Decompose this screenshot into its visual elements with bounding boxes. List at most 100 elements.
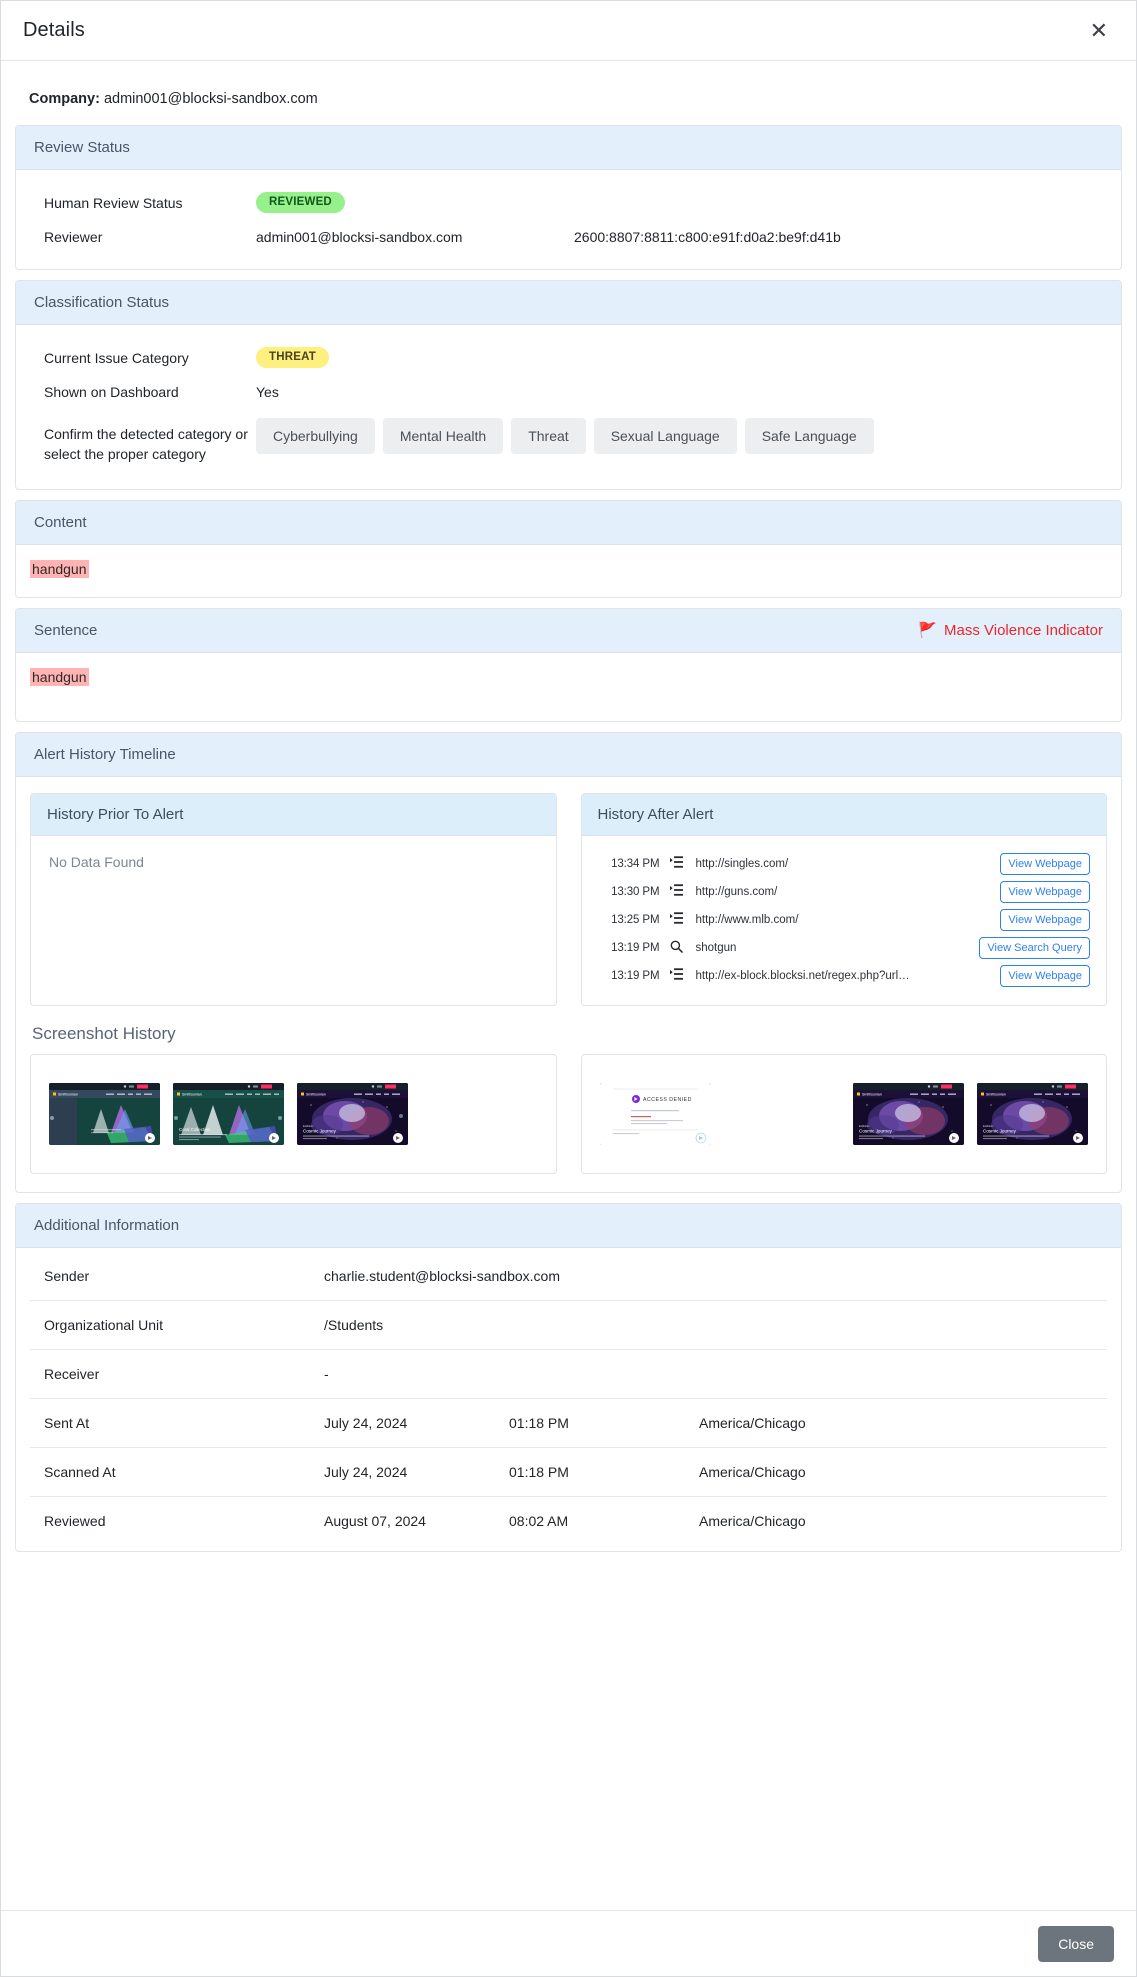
confirm-category-label: Confirm the detected category or select … bbox=[44, 426, 248, 463]
sentence-title: Sentence bbox=[34, 621, 98, 639]
category-button-mental-health[interactable]: Mental Health bbox=[382, 418, 504, 454]
review-status-title: Review Status bbox=[34, 139, 130, 156]
shown-on-dashboard-label: Shown on Dashboard bbox=[44, 384, 179, 400]
additional-information-header: Additional Information bbox=[16, 1203, 1121, 1248]
row-label: Sender bbox=[44, 1267, 90, 1284]
screenshot-history-after-box: ACCESS DENIED Smithsonian Exhibition Cos… bbox=[580, 1053, 1107, 1174]
review-status-card: Review Status Human Review Status REVIEW… bbox=[15, 125, 1122, 270]
history-prior-body: No Data Found bbox=[31, 836, 556, 888]
history-time: 13:25 PM bbox=[611, 913, 660, 926]
history-time: 13:34 PM bbox=[611, 857, 660, 870]
view-webpage-button[interactable]: View Webpage bbox=[1000, 964, 1090, 987]
table-row: Reviewed August 07, 2024 08:02 AM Americ… bbox=[30, 1497, 1107, 1545]
content-highlighted-text: handgun bbox=[30, 559, 89, 578]
history-search-term: shotgun bbox=[695, 941, 737, 954]
sentence-card: Sentence 🚩 Mass Violence Indicator handg… bbox=[15, 607, 1122, 722]
webpage-icon bbox=[660, 912, 694, 927]
screenshot-thumbnail-smithsonian-cosmic-journey[interactable]: Smithsonian Exhibition Cosmic Journey bbox=[853, 1082, 964, 1145]
svg-text:Smithsonian: Smithsonian bbox=[58, 1092, 78, 1096]
modal-footer: Close bbox=[1, 1910, 1136, 1976]
webpage-icon bbox=[660, 856, 694, 871]
timeline-columns: History Prior To Alert No Data Found His… bbox=[30, 792, 1107, 1006]
shown-on-dashboard-row: Shown on Dashboard Yes bbox=[30, 376, 1107, 408]
category-badge: THREAT bbox=[256, 347, 329, 368]
svg-text:Smithsonian: Smithsonian bbox=[306, 1092, 326, 1096]
close-icon[interactable]: ✕ bbox=[1084, 19, 1114, 43]
view-search-query-button[interactable]: View Search Query bbox=[979, 936, 1090, 959]
screenshot-thumbnail-smithsonian-coral-collection[interactable]: Smithsonian Coral Collection bbox=[173, 1082, 284, 1145]
history-after-column: History After Alert 13:34 PM http://sing… bbox=[580, 792, 1107, 1006]
category-button-sexual-language[interactable]: Sexual Language bbox=[593, 418, 737, 454]
svg-text:Smithsonian: Smithsonian bbox=[862, 1092, 882, 1096]
view-webpage-button[interactable]: View Webpage bbox=[1000, 908, 1090, 931]
svg-text:Cosmic Journey: Cosmic Journey bbox=[983, 1128, 1017, 1133]
row-value-1: August 07, 2024 bbox=[324, 1512, 426, 1529]
screenshot-thumbnail-smithsonian-cosmic-journey[interactable]: Smithsonian Exhibition Cosmic Journey bbox=[297, 1082, 408, 1145]
history-time: 13:30 PM bbox=[611, 885, 660, 898]
content-title: Content bbox=[34, 513, 87, 531]
company-value: admin001@blocksi-sandbox.com bbox=[103, 91, 318, 107]
row-value-2: 01:18 PM bbox=[509, 1463, 569, 1480]
content-card: Content handgun bbox=[15, 499, 1122, 598]
alert-history-card: Alert History Timeline History Prior To … bbox=[15, 731, 1122, 1193]
screenshot-thumbnail-smithsonian-coral-collection-dark[interactable]: Smithsonian bbox=[49, 1082, 160, 1145]
list-item: 13:30 PM http://guns.com/ View Webpage bbox=[598, 878, 1090, 906]
reviewer-row: Reviewer admin001@blocksi-sandbox.com 26… bbox=[30, 221, 1107, 253]
svg-text:Smithsonian: Smithsonian bbox=[182, 1092, 202, 1096]
view-webpage-button[interactable]: View Webpage bbox=[1000, 852, 1090, 875]
confirm-category-row: Confirm the detected category or select … bbox=[30, 408, 1107, 473]
row-value-1: charlie.student@blocksi-sandbox.com bbox=[324, 1267, 560, 1284]
modal-body: Company: admin001@blocksi-sandbox.com Re… bbox=[1, 61, 1136, 1552]
details-modal: Details ✕ Company: admin001@blocksi-sand… bbox=[0, 0, 1137, 1977]
table-row: Organizational Unit /Students bbox=[30, 1301, 1107, 1350]
modal-header: Details ✕ bbox=[1, 1, 1136, 61]
sentence-body: handgun bbox=[16, 653, 1121, 721]
category-button-cyberbullying[interactable]: Cyberbullying bbox=[256, 418, 375, 454]
row-label: Receiver bbox=[44, 1365, 100, 1382]
row-value-3: America/Chicago bbox=[699, 1414, 806, 1431]
list-item: 13:19 PM shotgun View Search Query bbox=[598, 934, 1090, 962]
row-value-1: - bbox=[324, 1365, 329, 1382]
current-issue-category-label: Current Issue Category bbox=[44, 349, 189, 366]
reviewer-ip: 2600:8807:8811:c800:e91f:d0a2:be9f:d41b bbox=[574, 229, 841, 245]
mass-violence-indicator: 🚩 Mass Violence Indicator bbox=[918, 622, 1103, 639]
alert-history-header: Alert History Timeline bbox=[16, 732, 1121, 777]
additional-information-title: Additional Information bbox=[34, 1216, 180, 1234]
red-flag-icon: 🚩 bbox=[918, 621, 938, 639]
screenshot-thumbnail-smithsonian-cosmic-journey[interactable]: Smithsonian Exhibition Cosmic Journey bbox=[977, 1082, 1088, 1145]
additional-information-body: Sender charlie.student@blocksi-sandbox.c… bbox=[16, 1248, 1121, 1551]
row-value-1: /Students bbox=[324, 1316, 384, 1333]
history-url: http://guns.com/ bbox=[695, 885, 778, 898]
close-button[interactable]: Close bbox=[1038, 1925, 1114, 1962]
history-after-card: History After Alert 13:34 PM http://sing… bbox=[580, 792, 1107, 1006]
company-label: Company: bbox=[29, 91, 100, 107]
screenshot-history-prior-box: Smithsonian Smithsonian Coral Collection… bbox=[30, 1053, 557, 1174]
sentence-highlighted-text: handgun bbox=[30, 667, 89, 686]
sentence-header: Sentence 🚩 Mass Violence Indicator bbox=[16, 608, 1121, 653]
history-url: http://ex-block.blocksi.net/regex.php?ur… bbox=[695, 969, 910, 982]
view-webpage-button[interactable]: View Webpage bbox=[1000, 880, 1090, 903]
history-after-body: 13:34 PM http://singles.com/ View Webpag… bbox=[582, 836, 1107, 1004]
review-status-header: Review Status bbox=[16, 126, 1121, 170]
review-status-body: Human Review Status REVIEWED Reviewer ad… bbox=[16, 170, 1121, 269]
category-button-threat[interactable]: Threat bbox=[511, 418, 586, 454]
svg-text:Smithsonian: Smithsonian bbox=[986, 1092, 1006, 1096]
row-value-2: 08:02 AM bbox=[509, 1512, 569, 1529]
classification-status-card: Classification Status Current Issue Cate… bbox=[15, 280, 1122, 490]
row-value-1: July 24, 2024 bbox=[324, 1463, 408, 1480]
content-body: handgun bbox=[16, 545, 1121, 597]
search-icon bbox=[660, 940, 694, 956]
history-after-title: History After Alert bbox=[581, 793, 1106, 836]
shown-on-dashboard-value: Yes bbox=[256, 384, 279, 400]
page-title: Details bbox=[23, 19, 85, 41]
no-data-found-text: No Data Found bbox=[49, 853, 144, 870]
category-button-safe-language[interactable]: Safe Language bbox=[744, 418, 874, 454]
screenshot-history-grid: Smithsonian Smithsonian Coral Collection… bbox=[30, 1053, 1107, 1174]
category-buttons: Cyberbullying Mental Health Threat Sexua… bbox=[256, 418, 874, 454]
svg-text:Cosmic Journey: Cosmic Journey bbox=[303, 1128, 337, 1133]
classification-status-title: Classification Status bbox=[34, 294, 170, 311]
history-url: http://singles.com/ bbox=[695, 857, 789, 870]
screenshot-thumbnail-access-denied[interactable]: ACCESS DENIED bbox=[599, 1082, 711, 1145]
human-review-status-row: Human Review Status REVIEWED bbox=[30, 184, 1107, 221]
table-row: Sent At July 24, 2024 01:18 PM America/C… bbox=[30, 1399, 1107, 1448]
